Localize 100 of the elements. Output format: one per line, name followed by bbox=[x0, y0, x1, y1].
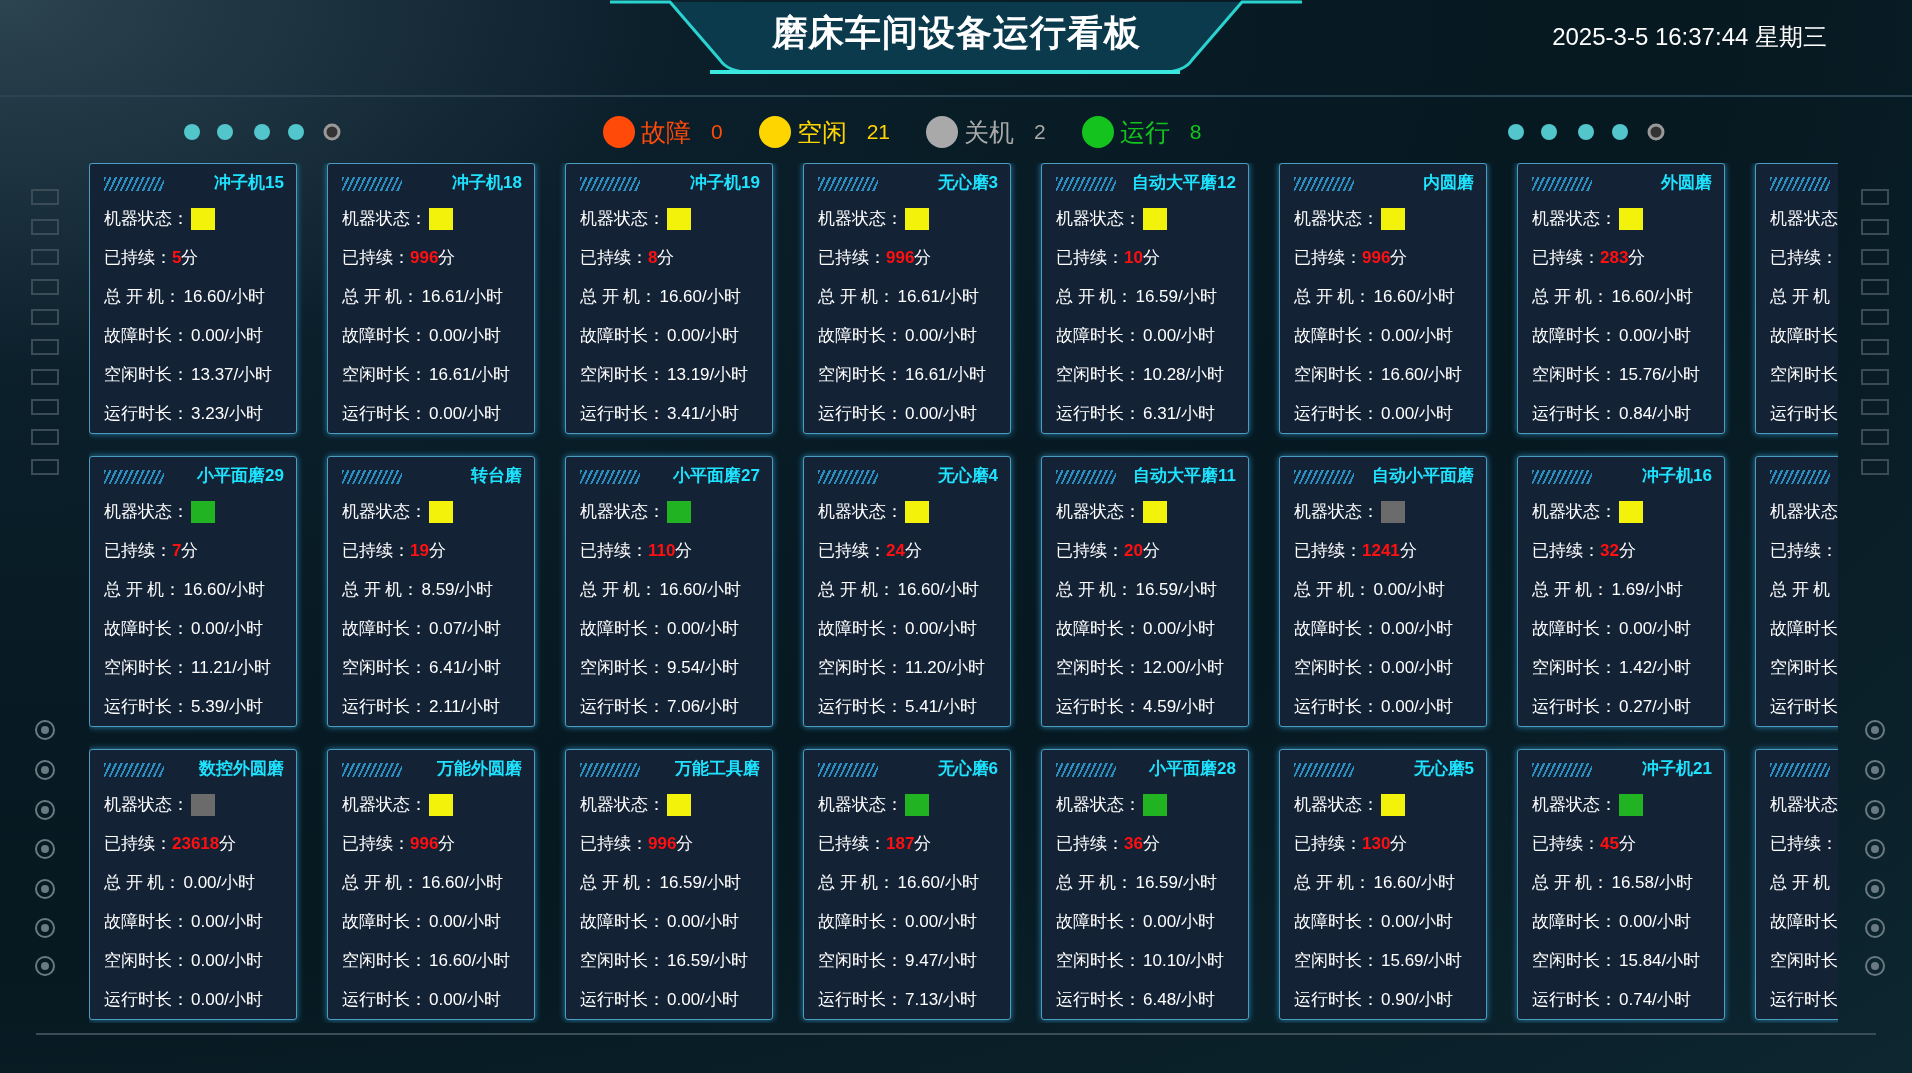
field-label: 故障时长： bbox=[342, 324, 427, 347]
field-label: 故障时长： bbox=[580, 617, 665, 640]
field-label: 总 开 机： bbox=[342, 871, 420, 894]
duration-number: 283 bbox=[1600, 246, 1629, 269]
field-value: 0.00/小时 bbox=[1143, 324, 1215, 347]
field-label: 总 开 机： bbox=[104, 285, 182, 308]
field-label: 运行时长： bbox=[818, 988, 903, 1011]
machine-name: 小平面磨27 bbox=[673, 465, 760, 487]
field-label: 运行时长： bbox=[1294, 988, 1379, 1011]
duration-number: 24 bbox=[886, 539, 905, 562]
machine-name: 自动小平面磨 bbox=[1372, 465, 1474, 487]
field-label: 总 开 机： bbox=[818, 578, 896, 601]
machine-name: 无心磨5 bbox=[1413, 758, 1474, 780]
field-label: 运行时长： bbox=[342, 695, 427, 718]
duration-number: 996 bbox=[648, 832, 677, 855]
field-label: 总 开 机： bbox=[580, 285, 658, 308]
legend-label: 空闲 bbox=[796, 116, 847, 147]
field-label: 总 开 机 bbox=[1770, 285, 1831, 308]
field-label: 机器状态： bbox=[580, 207, 665, 230]
duration-number: 1241 bbox=[1362, 539, 1400, 562]
machine-name: 冲子机16 bbox=[1642, 465, 1712, 487]
field-label: 故障时长： bbox=[342, 910, 427, 933]
field-label: 空闲时长： bbox=[580, 656, 665, 679]
field-label: 机器状态： bbox=[580, 793, 665, 816]
duration-unit: 分 bbox=[219, 832, 237, 855]
hatch-stripe bbox=[1294, 470, 1354, 484]
field-label: 机器状态： bbox=[104, 207, 189, 230]
field-label: 已持续： bbox=[104, 246, 172, 269]
field-value: 0.00/小时 bbox=[429, 324, 501, 347]
duration-unit: 分 bbox=[1390, 832, 1408, 855]
machine-name: 转台磨 bbox=[471, 465, 522, 487]
field-label: 空闲时长： bbox=[1532, 656, 1617, 679]
field-value: 16.61/小时 bbox=[905, 363, 987, 386]
field-label: 空闲时长： bbox=[104, 363, 189, 386]
field-value: 0.00/小时 bbox=[429, 402, 501, 425]
field-value: 11.20/小时 bbox=[905, 656, 985, 679]
machine-name: 冲子机18 bbox=[452, 172, 522, 194]
field-value: 16.59/小时 bbox=[667, 949, 749, 972]
field-label: 已持续： bbox=[1056, 539, 1124, 562]
duration-unit: 分 bbox=[675, 539, 693, 562]
field-label: 总 开 机： bbox=[580, 871, 658, 894]
legend-count: 8 bbox=[1189, 118, 1202, 145]
field-label: 运行时长 bbox=[1770, 695, 1838, 718]
field-label: 运行时长： bbox=[580, 402, 665, 425]
field-label: 总 开 机： bbox=[818, 871, 896, 894]
field-label: 空闲时长： bbox=[1056, 656, 1141, 679]
field-label: 总 开 机 bbox=[1770, 871, 1831, 894]
field-label: 机器状态 bbox=[1770, 793, 1838, 816]
field-label: 机器状态： bbox=[580, 500, 665, 523]
field-label: 已持续： bbox=[818, 832, 886, 855]
field-value: 16.60/小时 bbox=[421, 871, 503, 894]
field-label: 空闲时长： bbox=[104, 949, 189, 972]
hatch-stripe bbox=[1532, 763, 1592, 777]
hatch-stripe bbox=[1056, 177, 1116, 191]
field-value: 6.31/小时 bbox=[1143, 402, 1215, 425]
machine-name: 冲子机15 bbox=[214, 172, 284, 194]
field-value: 16.61/小时 bbox=[429, 363, 511, 386]
field-value: 0.90/小时 bbox=[1381, 988, 1453, 1011]
field-label: 机器状态： bbox=[1532, 793, 1617, 816]
field-value: 16.58/小时 bbox=[1611, 871, 1693, 894]
dashboard-title: 磨床车间设备运行看板 bbox=[771, 11, 1141, 55]
field-value: 0.00/小时 bbox=[1619, 324, 1691, 347]
field-label: 运行时长： bbox=[1532, 695, 1617, 718]
field-value: 0.00/小时 bbox=[1381, 324, 1453, 347]
hatch-stripe bbox=[1770, 763, 1830, 777]
field-value: 0.84/小时 bbox=[1619, 402, 1691, 425]
field-label: 已持续： bbox=[342, 539, 410, 562]
legend-count: 0 bbox=[711, 118, 723, 145]
field-label: 运行时长： bbox=[1294, 695, 1379, 718]
hatch-stripe bbox=[342, 177, 402, 191]
machine-name: 小平面磨28 bbox=[1149, 758, 1236, 780]
field-label: 机器状态： bbox=[1056, 793, 1141, 816]
field-value: 16.60/小时 bbox=[183, 285, 265, 308]
field-label: 空闲时长 bbox=[1770, 363, 1838, 386]
field-value: 16.60/小时 bbox=[183, 578, 265, 601]
duration-unit: 分 bbox=[428, 539, 446, 562]
field-label: 故障时长： bbox=[1056, 324, 1141, 347]
field-label: 总 开 机： bbox=[1532, 578, 1610, 601]
field-value: 0.00/小时 bbox=[905, 324, 977, 347]
field-label: 机器状态： bbox=[818, 500, 903, 523]
machine-name: 冲子机21 bbox=[1642, 758, 1712, 780]
field-label: 故障时长： bbox=[104, 617, 189, 640]
field-value: 0.00/小时 bbox=[1373, 578, 1446, 601]
field-value: 16.59/小时 bbox=[659, 871, 741, 894]
duration-unit: 分 bbox=[1618, 832, 1636, 855]
field-label: 机器状态： bbox=[342, 500, 427, 523]
hatch-stripe bbox=[1056, 763, 1116, 777]
field-value: 13.19/小时 bbox=[667, 363, 749, 386]
field-label: 空闲时长： bbox=[580, 363, 665, 386]
field-value: 0.00/小时 bbox=[1381, 695, 1453, 718]
field-value: 10.10/小时 bbox=[1143, 949, 1225, 972]
field-value: 16.60/小时 bbox=[897, 578, 979, 601]
field-label: 机器状态： bbox=[1056, 500, 1141, 523]
field-value: 0.00/小时 bbox=[191, 949, 263, 972]
field-label: 机器状态： bbox=[1532, 207, 1617, 230]
field-label: 已持续： bbox=[580, 246, 648, 269]
field-label: 故障时长： bbox=[1294, 910, 1379, 933]
duration-number: 187 bbox=[886, 832, 915, 855]
field-label: 机器状态： bbox=[104, 793, 189, 816]
hatch-stripe bbox=[1770, 177, 1830, 191]
